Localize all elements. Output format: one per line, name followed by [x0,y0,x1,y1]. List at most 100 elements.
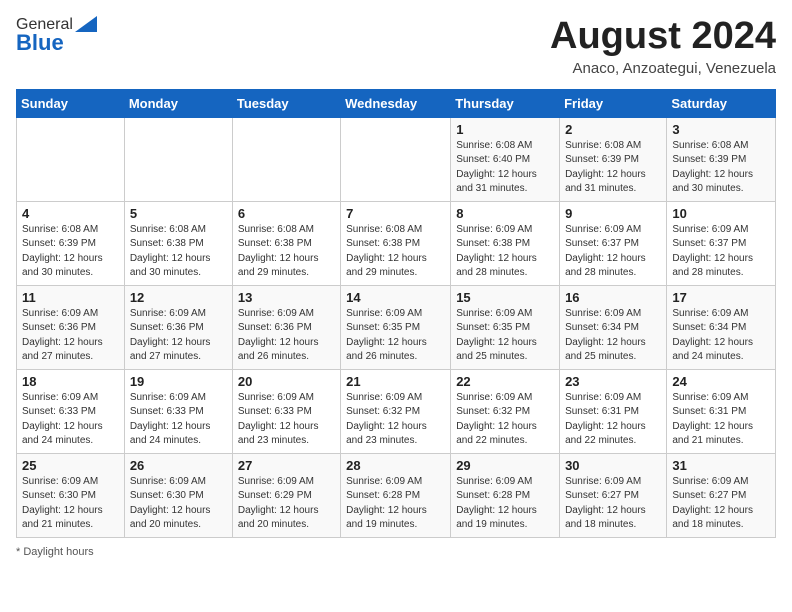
day-info: Sunrise: 6:09 AM Sunset: 6:27 PM Dayligh… [672,475,770,533]
day-info: Sunrise: 6:09 AM Sunset: 6:37 PM Dayligh… [565,223,661,281]
page-header: General Blue August 2024 Anaco, Anzoateg… [16,16,776,77]
day-info: Sunrise: 6:09 AM Sunset: 6:30 PM Dayligh… [130,475,227,533]
day-number: 1 [456,122,554,137]
day-info: Sunrise: 6:09 AM Sunset: 6:37 PM Dayligh… [672,223,770,281]
day-number: 11 [22,290,119,305]
day-number: 22 [456,374,554,389]
title-area: August 2024 Anaco, Anzoategui, Venezuela [550,16,776,77]
day-info: Sunrise: 6:09 AM Sunset: 6:27 PM Dayligh… [565,475,661,533]
day-number: 19 [130,374,227,389]
calendar-cell [232,117,340,201]
calendar-cell: 1 Sunrise: 6:08 AM Sunset: 6:40 PM Daylig… [451,117,560,201]
calendar-cell: 27 Sunrise: 6:09 AM Sunset: 6:29 PM Dayli… [232,453,340,537]
calendar-cell: 18 Sunrise: 6:09 AM Sunset: 6:33 PM Dayli… [17,369,125,453]
calendar-cell: 28 Sunrise: 6:09 AM Sunset: 6:28 PM Dayli… [341,453,451,537]
calendar-cell: 15 Sunrise: 6:09 AM Sunset: 6:35 PM Dayli… [451,285,560,369]
day-number: 7 [346,206,445,221]
day-info: Sunrise: 6:09 AM Sunset: 6:34 PM Dayligh… [672,307,770,365]
calendar-header-row: SundayMondayTuesdayWednesdayThursdayFrid… [17,89,776,117]
day-number: 4 [22,206,119,221]
calendar-cell: 16Sunrise: 6:09 AM Sunset: 6:34 PM Dayli… [560,285,667,369]
day-info: Sunrise: 6:09 AM Sunset: 6:30 PM Dayligh… [22,475,119,533]
day-number: 8 [456,206,554,221]
logo-icon [75,16,97,32]
calendar-cell: 19 Sunrise: 6:09 AM Sunset: 6:33 PM Dayli… [124,369,232,453]
week-row-1: 4Sunrise: 6:08 AM Sunset: 6:39 PM Daylig… [17,201,776,285]
day-info: Sunrise: 6:08 AM Sunset: 6:39 PM Dayligh… [672,139,770,197]
calendar-cell [124,117,232,201]
calendar-cell: 8 Sunrise: 6:09 AM Sunset: 6:38 PM Daylig… [451,201,560,285]
calendar-cell: 13Sunrise: 6:09 AM Sunset: 6:36 PM Dayli… [232,285,340,369]
calendar-cell: 9 Sunrise: 6:09 AM Sunset: 6:37 PM Daylig… [560,201,667,285]
day-info: Sunrise: 6:08 AM Sunset: 6:40 PM Dayligh… [456,139,554,197]
day-info: Sunrise: 6:08 AM Sunset: 6:38 PM Dayligh… [238,223,335,281]
day-number: 5 [130,206,227,221]
day-info: Sunrise: 6:09 AM Sunset: 6:36 PM Dayligh… [22,307,119,365]
calendar-cell: 12 Sunrise: 6:09 AM Sunset: 6:36 PM Dayli… [124,285,232,369]
calendar-cell: 25Sunrise: 6:09 AM Sunset: 6:30 PM Dayli… [17,453,125,537]
day-info: Sunrise: 6:09 AM Sunset: 6:32 PM Dayligh… [346,391,445,449]
week-row-3: 18 Sunrise: 6:09 AM Sunset: 6:33 PM Dayli… [17,369,776,453]
day-number: 3 [672,122,770,137]
header-day-thursday: Thursday [451,89,560,117]
day-info: Sunrise: 6:08 AM Sunset: 6:38 PM Dayligh… [130,223,227,281]
footer-label: Daylight hours [23,546,93,558]
day-number: 31 [672,458,770,473]
calendar-cell: 22 Sunrise: 6:09 AM Sunset: 6:32 PM Dayli… [451,369,560,453]
day-number: 9 [565,206,661,221]
day-info: Sunrise: 6:09 AM Sunset: 6:36 PM Dayligh… [130,307,227,365]
calendar-cell: 11 Sunrise: 6:09 AM Sunset: 6:36 PM Dayli… [17,285,125,369]
day-number: 24 [672,374,770,389]
header-day-saturday: Saturday [667,89,776,117]
day-info: Sunrise: 6:09 AM Sunset: 6:28 PM Dayligh… [346,475,445,533]
calendar-cell: 4Sunrise: 6:08 AM Sunset: 6:39 PM Daylig… [17,201,125,285]
calendar-cell: 20 Sunrise: 6:09 AM Sunset: 6:33 PM Dayli… [232,369,340,453]
day-number: 20 [238,374,335,389]
calendar-cell: 21Sunrise: 6:09 AM Sunset: 6:32 PM Dayli… [341,369,451,453]
logo-blue-text: Blue [16,30,64,56]
week-row-0: 1 Sunrise: 6:08 AM Sunset: 6:40 PM Daylig… [17,117,776,201]
calendar-cell: 24 Sunrise: 6:09 AM Sunset: 6:31 PM Dayli… [667,369,776,453]
calendar-cell: 23 Sunrise: 6:09 AM Sunset: 6:31 PM Dayli… [560,369,667,453]
day-number: 14 [346,290,445,305]
day-number: 27 [238,458,335,473]
calendar-body: 1 Sunrise: 6:08 AM Sunset: 6:40 PM Daylig… [17,117,776,537]
day-number: 15 [456,290,554,305]
day-info: Sunrise: 6:09 AM Sunset: 6:31 PM Dayligh… [565,391,661,449]
day-number: 12 [130,290,227,305]
day-info: Sunrise: 6:09 AM Sunset: 6:38 PM Dayligh… [456,223,554,281]
day-number: 30 [565,458,661,473]
header-day-tuesday: Tuesday [232,89,340,117]
day-number: 18 [22,374,119,389]
calendar-title: August 2024 [550,16,776,58]
day-info: Sunrise: 6:09 AM Sunset: 6:31 PM Dayligh… [672,391,770,449]
day-info: Sunrise: 6:09 AM Sunset: 6:32 PM Dayligh… [456,391,554,449]
day-number: 28 [346,458,445,473]
logo: General Blue [16,16,97,56]
header-day-wednesday: Wednesday [341,89,451,117]
calendar-cell: 26Sunrise: 6:09 AM Sunset: 6:30 PM Dayli… [124,453,232,537]
calendar-subtitle: Anaco, Anzoategui, Venezuela [550,60,776,77]
day-number: 16 [565,290,661,305]
calendar-cell [17,117,125,201]
day-number: 6 [238,206,335,221]
calendar-cell: 14Sunrise: 6:09 AM Sunset: 6:35 PM Dayli… [341,285,451,369]
header-day-sunday: Sunday [17,89,125,117]
calendar-cell: 29Sunrise: 6:09 AM Sunset: 6:28 PM Dayli… [451,453,560,537]
day-info: Sunrise: 6:09 AM Sunset: 6:33 PM Dayligh… [22,391,119,449]
week-row-2: 11 Sunrise: 6:09 AM Sunset: 6:36 PM Dayli… [17,285,776,369]
day-info: Sunrise: 6:09 AM Sunset: 6:33 PM Dayligh… [130,391,227,449]
calendar-table: SundayMondayTuesdayWednesdayThursdayFrid… [16,89,776,538]
day-info: Sunrise: 6:09 AM Sunset: 6:33 PM Dayligh… [238,391,335,449]
calendar-cell [341,117,451,201]
day-info: Sunrise: 6:09 AM Sunset: 6:35 PM Dayligh… [456,307,554,365]
calendar-cell: 3 Sunrise: 6:08 AM Sunset: 6:39 PM Daylig… [667,117,776,201]
day-number: 23 [565,374,661,389]
day-number: 29 [456,458,554,473]
day-info: Sunrise: 6:08 AM Sunset: 6:39 PM Dayligh… [565,139,661,197]
day-info: Sunrise: 6:09 AM Sunset: 6:29 PM Dayligh… [238,475,335,533]
calendar-cell: 31 Sunrise: 6:09 AM Sunset: 6:27 PM Dayli… [667,453,776,537]
day-number: 17 [672,290,770,305]
calendar-cell: 7Sunrise: 6:08 AM Sunset: 6:38 PM Daylig… [341,201,451,285]
day-number: 10 [672,206,770,221]
